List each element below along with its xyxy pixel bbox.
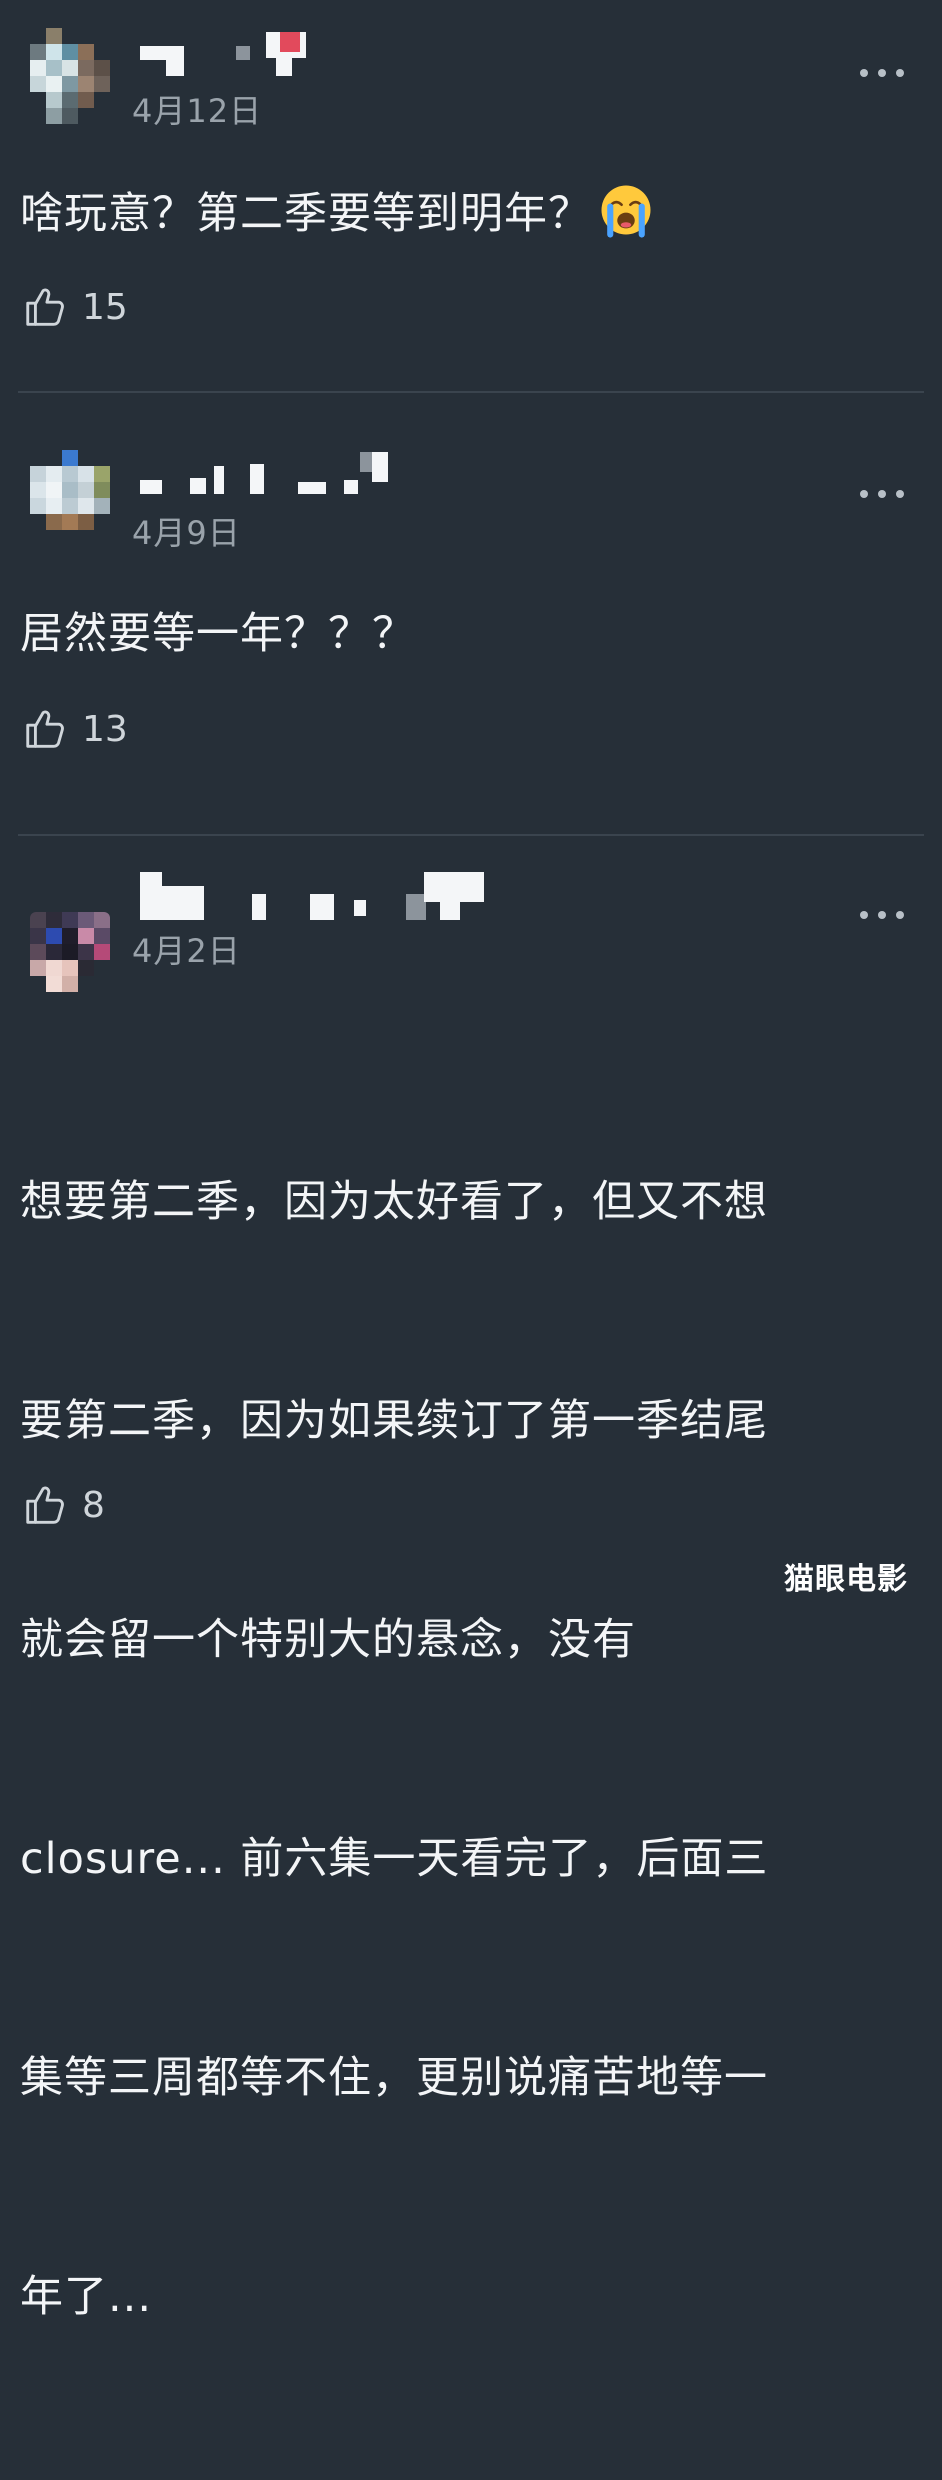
more-options-icon[interactable]: [860, 68, 904, 78]
thumbs-up-icon: [26, 288, 64, 326]
comment-date: 4月9日: [132, 514, 241, 552]
comment-text-line: 要第二季，因为如果续订了第一季结尾: [20, 1396, 768, 1446]
username-blurred[interactable]: [140, 32, 340, 76]
like-button[interactable]: 13: [22, 704, 128, 754]
username-blurred[interactable]: [140, 452, 400, 494]
loudly-crying-face-icon: [601, 185, 651, 238]
comment-text-line: 想要第二季，因为太好看了，但又不想: [20, 1177, 768, 1227]
like-button[interactable]: 8: [22, 1480, 105, 1530]
more-options-icon[interactable]: [860, 910, 904, 920]
comment-text: 居然要等一年？？？: [20, 609, 416, 659]
comment-text-line: 就会留一个特别大的悬念，没有: [20, 1615, 636, 1665]
username-blurred[interactable]: [140, 872, 500, 920]
watermark-logo: 猫眼电影: [784, 1562, 908, 1597]
like-button[interactable]: 15: [22, 282, 128, 332]
comment-date: 4月2日: [132, 932, 241, 970]
comment-text-line: 年了...: [20, 2272, 153, 2322]
comment-card: 4月9日 居然要等一年？？？ 13: [0, 392, 942, 814]
comment-text: 想要第二季，因为太好看了，但又不想 要第二季，因为如果续订了第一季结尾 就会留一…: [20, 1020, 920, 2480]
comment-date: 4月12日: [132, 92, 263, 130]
like-count: 13: [82, 708, 128, 750]
avatar[interactable]: [30, 28, 110, 124]
comment-text-line: closure... 前六集一天看完了，后面三: [20, 1834, 769, 1884]
thumbs-up-icon: [26, 710, 64, 748]
comment-text-line: 集等三周都等不住，更别说痛苦地等一: [20, 2053, 768, 2103]
comment-card: 4月12日 啥玩意？第二季要等到明年？ 15: [0, 0, 942, 392]
thumbs-up-icon: [26, 1486, 64, 1524]
more-options-icon[interactable]: [860, 489, 904, 499]
avatar[interactable]: [30, 912, 110, 1008]
comment-text: 啥玩意？第二季要等到明年？: [20, 178, 920, 251]
like-count: 15: [82, 286, 128, 328]
comment-card: 4月2日 想要第二季，因为太好看了，但又不想 要第二季，因为如果续订了第一季结尾…: [0, 836, 942, 2322]
avatar[interactable]: [30, 450, 110, 546]
comment-text-content: 啥玩意？第二季要等到明年？: [20, 189, 592, 239]
like-count: 8: [82, 1484, 105, 1526]
